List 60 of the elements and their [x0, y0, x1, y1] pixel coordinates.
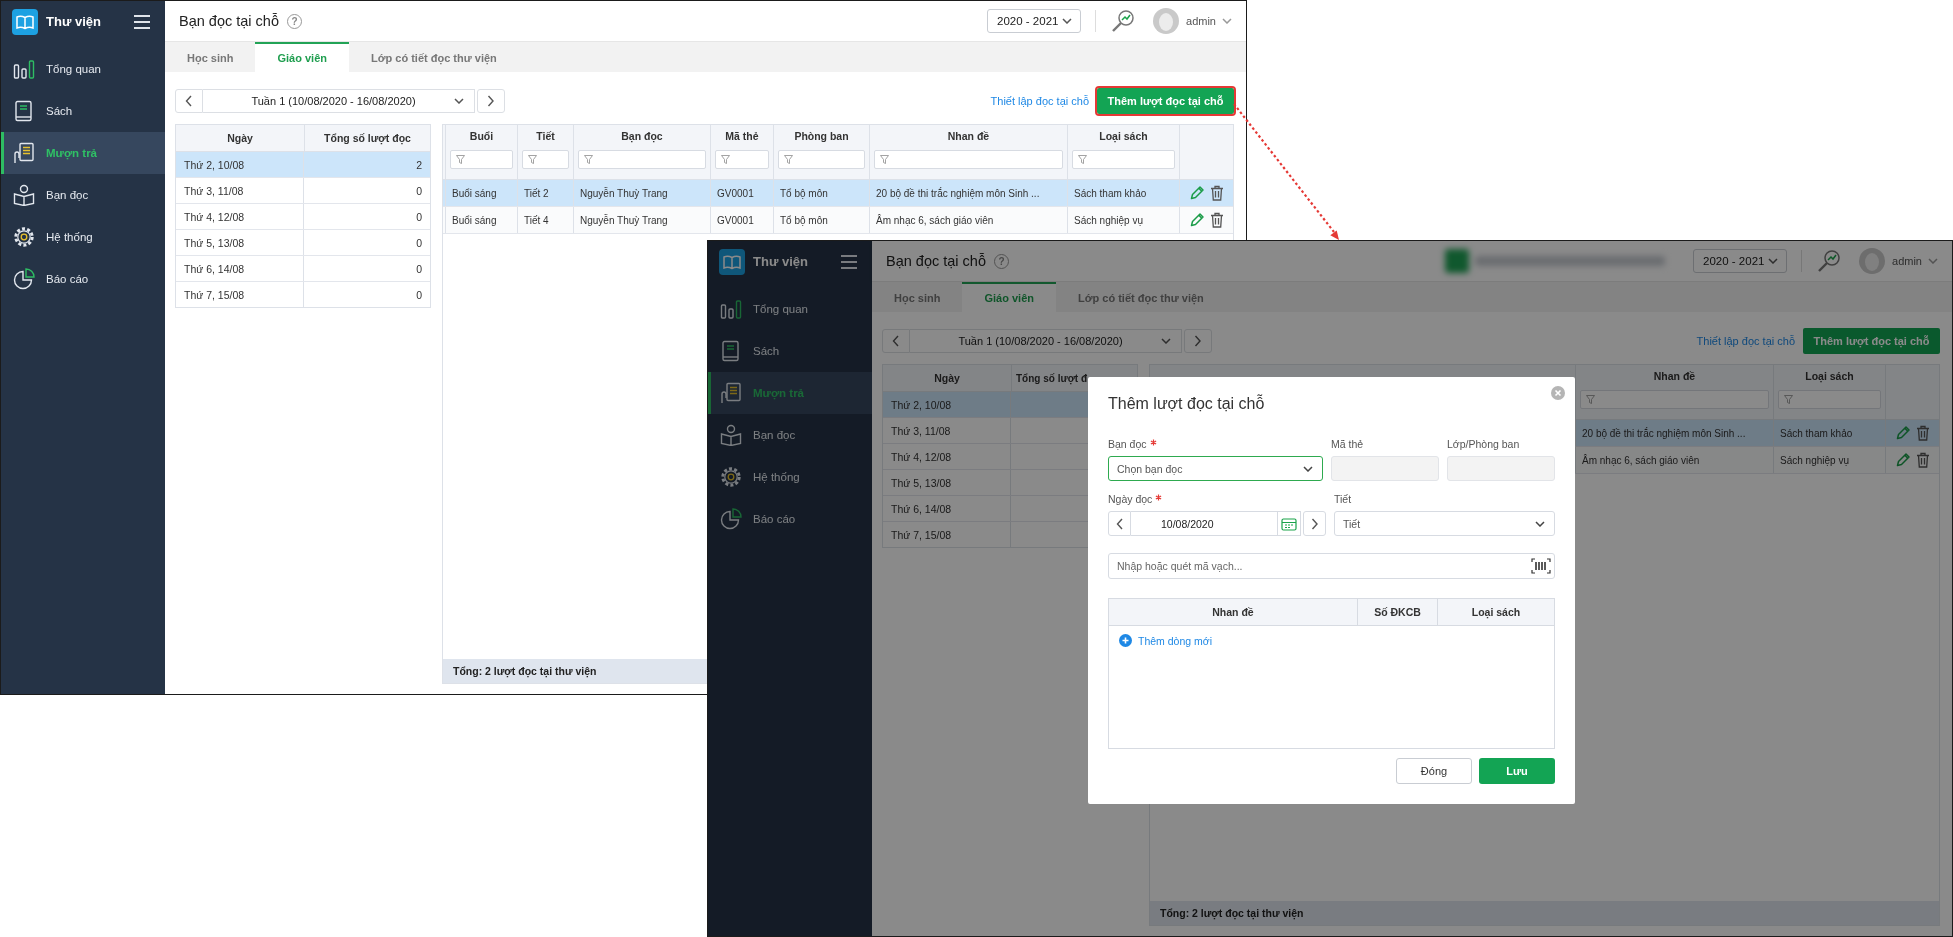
column-header: Buổi: [469, 129, 494, 143]
table-cell: Sách tham khảo: [1074, 187, 1147, 199]
table-cell: 20 bộ đề thi trắc nghiệm môn Sinh ...: [1582, 427, 1746, 439]
table-cell: Sách nghiệp vụ: [1074, 214, 1143, 226]
table-cell: 0: [416, 184, 422, 197]
table-cell: 0: [416, 236, 422, 249]
table-cell: Tổ bộ môn: [780, 214, 828, 226]
table-cell: Thứ 3, 11/08: [184, 184, 244, 197]
table-cell: Tiết 2: [524, 187, 549, 199]
column-header: Loại sách: [1805, 369, 1854, 383]
app-title: Thư viện: [46, 14, 102, 29]
column-header: Nhan đề: [1211, 605, 1255, 620]
page-title: Bạn đọc tại chỗ: [886, 253, 986, 269]
column-header: Ngày: [934, 372, 960, 384]
column-header: Ngày: [227, 132, 253, 144]
column-header: Loại sách: [1099, 129, 1148, 143]
column-header: Tiết: [536, 129, 555, 143]
table-cell: Thứ 4, 12/08: [891, 450, 952, 463]
table-cell: Tổ bộ môn: [780, 187, 828, 199]
table-cell: Thứ 7, 15/08: [184, 288, 245, 301]
table-cell: Thứ 7, 15/08: [891, 528, 952, 541]
table-cell: Thứ 3, 11/08: [891, 424, 951, 437]
table-cell: Thứ 4, 12/08: [184, 210, 245, 223]
table-cell: Thứ 5, 13/08: [184, 236, 245, 249]
table-footer: Tổng: 2 lượt đọc tại thư viện: [1150, 901, 1939, 925]
column-header: Phòng ban: [794, 129, 849, 143]
table-cell: Thứ 6, 14/08: [891, 502, 952, 515]
table-cell: Buổi sáng: [452, 214, 497, 226]
field-label: Lớp/Phòng ban: [1447, 437, 1520, 451]
table-cell: 0: [416, 210, 422, 223]
table-cell: Nguyễn Thuỳ Trang: [580, 214, 668, 226]
table-cell: 0: [416, 262, 422, 275]
table-cell: Thứ 6, 14/08: [184, 262, 245, 275]
column-header: Tổng số lượt đ: [1016, 372, 1087, 384]
column-header: Loại sách: [1437, 599, 1554, 625]
app-title: Thư viện: [753, 254, 809, 269]
column-header: Số ĐKCB: [1357, 599, 1437, 625]
table-cell: 0: [416, 288, 422, 301]
table-cell: 2: [416, 158, 422, 171]
column-header: Mã thẻ: [725, 129, 759, 143]
table-cell: Sách nghiệp vụ: [1780, 454, 1849, 466]
page-title: Bạn đọc tại chỗ: [179, 13, 279, 29]
column-header: Tổng số lượt đọc: [324, 132, 411, 144]
table-cell: Thứ 5, 13/08: [891, 476, 952, 489]
table-cell: GV0001: [717, 187, 754, 199]
table-cell: Âm nhạc 6, sách giáo viên: [876, 214, 994, 226]
table-cell: Sách tham khảo: [1780, 427, 1853, 439]
column-header: Nhan đề: [1653, 369, 1696, 383]
table-cell: Âm nhạc 6, sách giáo viên: [1582, 454, 1700, 466]
table-cell: Buổi sáng: [452, 187, 497, 199]
column-header: Bạn đọc: [621, 129, 663, 143]
table-cell: Thứ 2, 10/08: [891, 398, 952, 411]
column-header: Nhan đề: [947, 129, 990, 143]
table-cell: 20 bộ đề thi trắc nghiệm môn Sinh ...: [876, 187, 1040, 199]
field-label: Tiết: [1334, 492, 1352, 506]
table-cell: Nguyễn Thuỳ Trang: [580, 187, 668, 199]
table-cell: Thứ 2, 10/08: [184, 158, 245, 171]
table-cell: Tiết 4: [524, 214, 549, 226]
field-label: Mã thẻ: [1331, 437, 1364, 451]
table-cell: GV0001: [717, 214, 754, 226]
